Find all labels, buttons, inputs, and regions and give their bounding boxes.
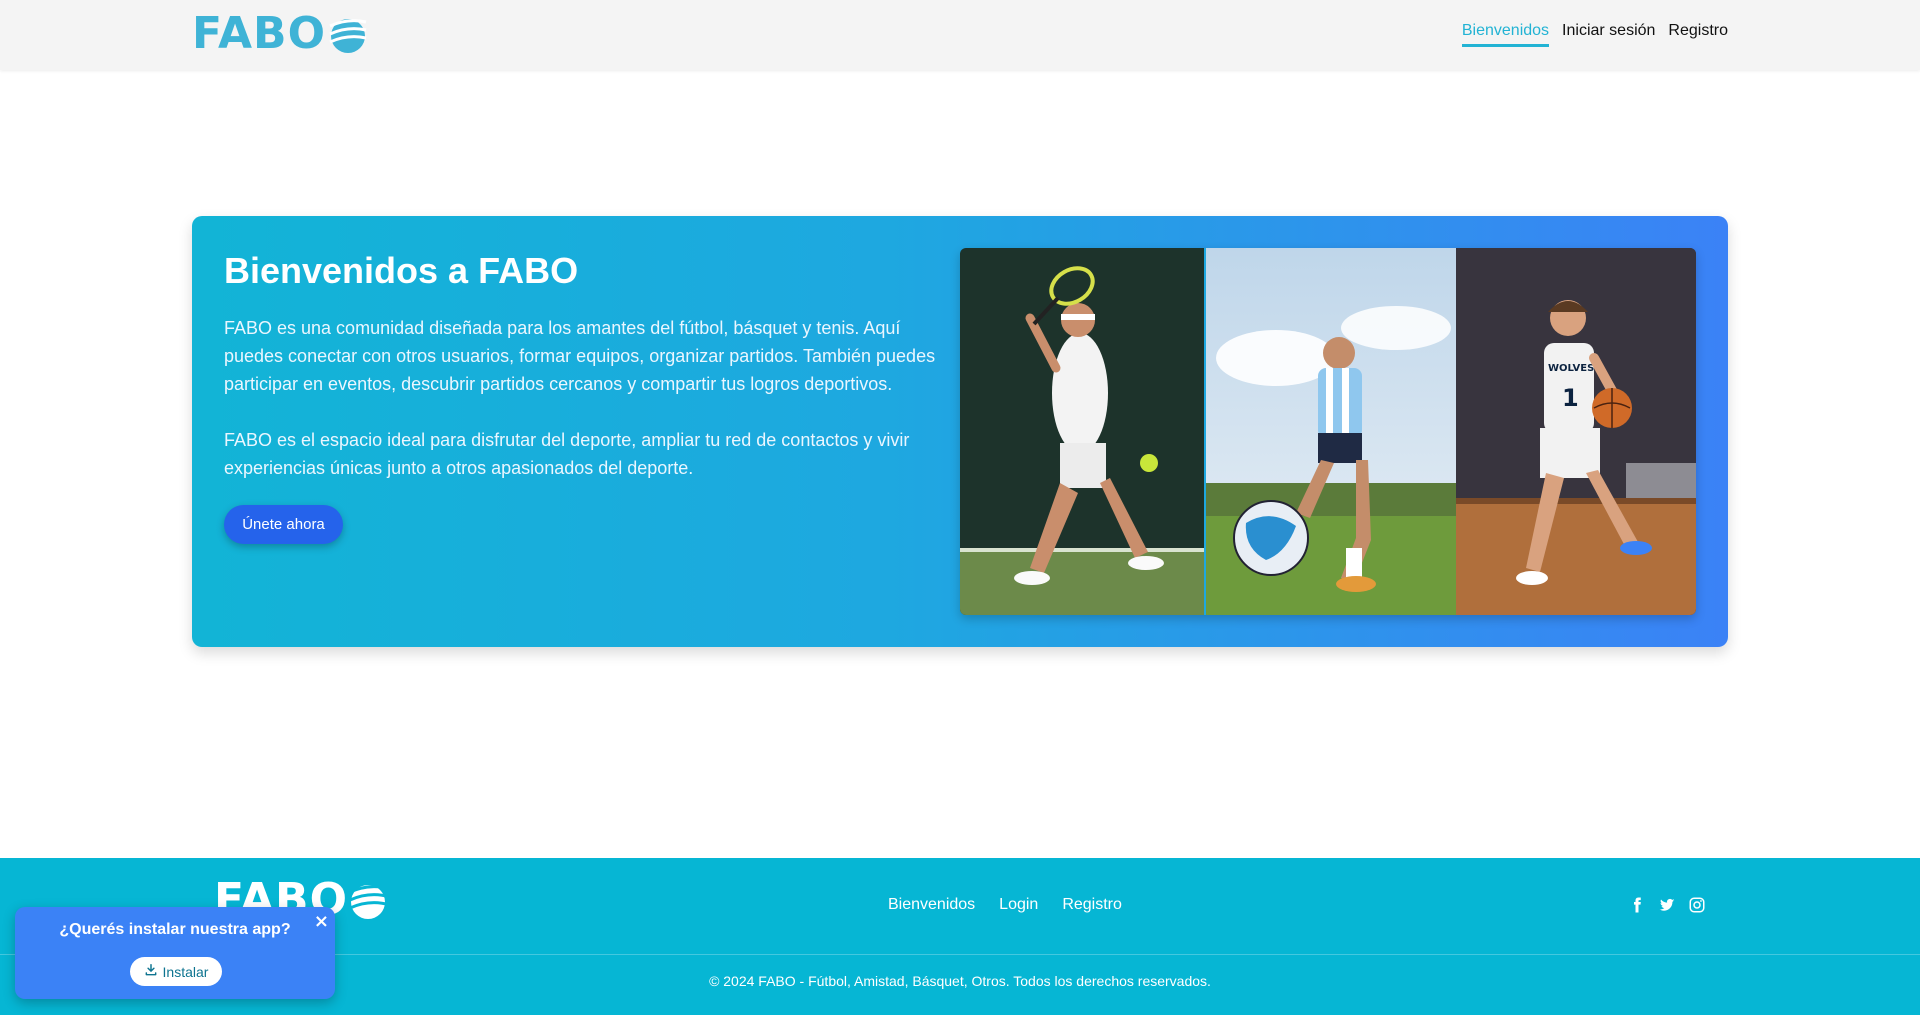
nav-registro[interactable]: Registro [1668,22,1728,47]
jersey-number: 1 [1562,384,1579,412]
top-navbar: FABO Bienvenidos Iniciar sesión Registro [0,0,1920,70]
tennis-player-image [960,248,1204,615]
twitter-icon[interactable] [1658,896,1676,914]
instagram-icon[interactable] [1688,896,1706,914]
welcome-hero-card: Bienvenidos a FABO FABO es una comunidad… [192,216,1728,647]
footer-link-login[interactable]: Login [999,896,1038,914]
social-links [1628,896,1706,914]
jersey-text: WOLVES [1548,363,1594,374]
footer-link-bienvenidos[interactable]: Bienvenidos [888,896,975,914]
fabo-logo[interactable]: FABO [192,8,368,59]
join-now-button[interactable]: Únete ahora [224,505,343,544]
install-button[interactable]: Instalar [130,957,222,986]
logo-wordmark: FABO [192,8,327,59]
logo-swoosh-icon [349,885,387,919]
nav-bienvenidos[interactable]: Bienvenidos [1461,22,1550,47]
download-icon [144,963,158,980]
sports-collage: WOLVES 1 [960,248,1696,615]
main-nav: Bienvenidos Iniciar sesión Registro [1461,22,1728,47]
footer-nav: Bienvenidos Login Registro [888,896,1122,914]
install-app-popup: ¿Querés instalar nuestra app? × Instalar [15,907,335,999]
facebook-icon[interactable] [1628,896,1646,914]
hero-description: FABO es una comunidad diseñada para los … [224,318,936,394]
footer-link-registro[interactable]: Registro [1062,896,1122,914]
logo-swoosh-icon [329,19,367,53]
install-popup-title: ¿Querés instalar nuestra app? [59,921,291,938]
nav-iniciar-sesion[interactable]: Iniciar sesión [1562,22,1655,47]
close-icon[interactable]: × [314,911,329,932]
install-button-label: Instalar [162,963,209,980]
hero-title: Bienvenidos a FABO [224,250,579,291]
basketball-player-image: WOLVES 1 [1456,248,1696,615]
soccer-player-image [1206,248,1456,615]
hero-description-secondary: FABO es el espacio ideal para disfrutar … [224,430,910,478]
